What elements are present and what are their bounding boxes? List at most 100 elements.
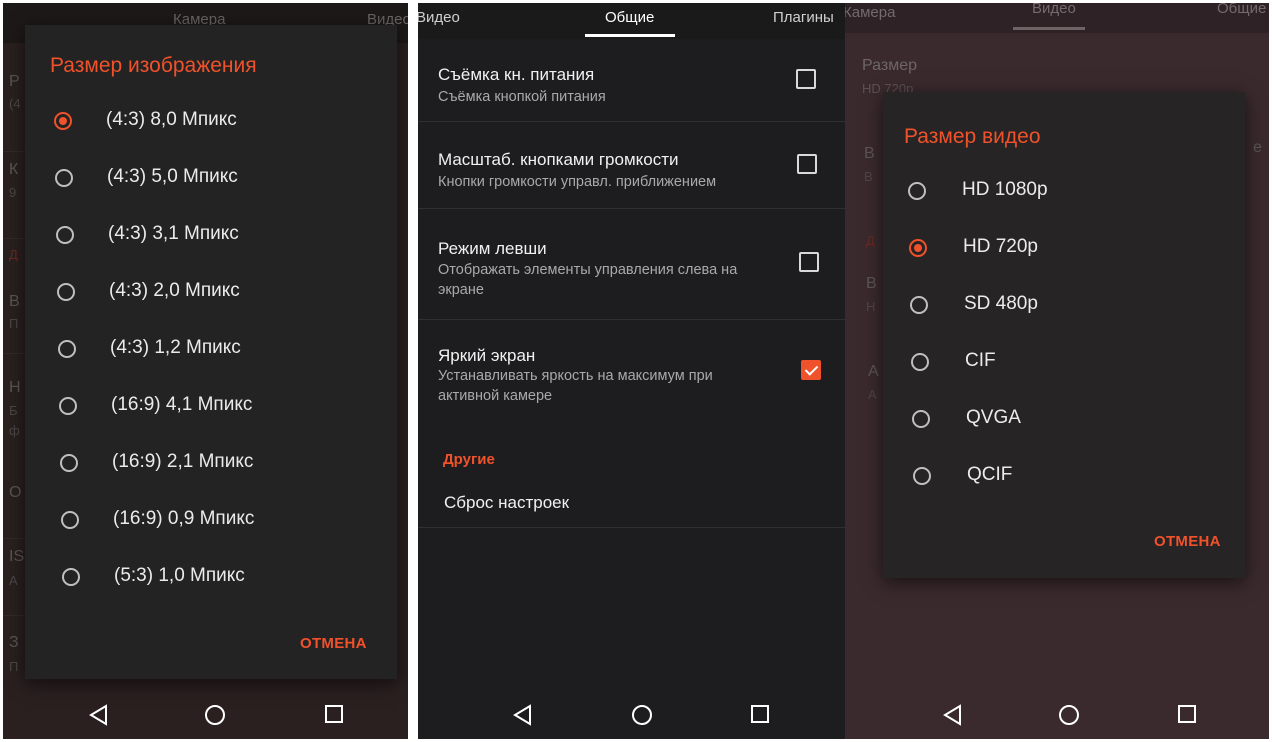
background-text: IS xyxy=(9,548,25,565)
radio-unselected-icon[interactable] xyxy=(908,182,926,200)
image-size-screen: Камера Видео Р (4 К 9 Д В П Н Б ф О IS А… xyxy=(3,3,408,739)
image-size-option[interactable]: (4:3) 1,2 Мпикс xyxy=(25,320,397,377)
setting-title: Яркий экран xyxy=(438,346,536,365)
background-text: Д xyxy=(866,233,875,248)
setting-subtitle: Устанавливать яркость на максимум при ак… xyxy=(438,368,713,404)
setting-title: Съёмка кн. питания xyxy=(438,65,595,84)
video-size-dialog: Размер видео HD 1080p HD 720p SD 480p CI… xyxy=(883,92,1245,578)
tab-video[interactable]: Видео xyxy=(418,9,460,26)
recents-icon[interactable] xyxy=(1176,703,1198,725)
setting-title: Режим левши xyxy=(438,239,547,258)
radio-selected-icon[interactable] xyxy=(54,112,72,130)
setting-volume-zoom[interactable]: Масштаб. кнопками громкости Кнопки громк… xyxy=(418,122,852,209)
image-size-option[interactable]: (5:3) 1,0 Мпикс xyxy=(25,548,397,605)
radio-unselected-icon[interactable] xyxy=(62,568,80,586)
reset-settings-item[interactable]: Сброс настроек xyxy=(418,473,852,528)
navigation-bar xyxy=(845,693,1269,739)
option-label: QCIF xyxy=(967,464,1013,485)
video-size-option[interactable]: CIF xyxy=(883,333,1245,390)
option-label: (16:9) 4,1 Мпикс xyxy=(111,394,253,415)
image-size-option[interactable]: (16:9) 2,1 Мпикс xyxy=(25,434,397,491)
background-text: В xyxy=(866,275,877,292)
radio-unselected-icon[interactable] xyxy=(913,467,931,485)
image-size-option[interactable]: (4:3) 8,0 Мпикс xyxy=(25,92,397,149)
option-label: (4:3) 5,0 Мпикс xyxy=(107,166,238,187)
option-label: (4:3) 2,0 Мпикс xyxy=(109,280,240,301)
radio-unselected-icon[interactable] xyxy=(910,296,928,314)
option-label: (4:3) 1,2 Мпикс xyxy=(110,337,241,358)
image-size-option[interactable]: (4:3) 3,1 Мпикс xyxy=(25,206,397,263)
background-text: З xyxy=(9,634,19,651)
setting-bright-screen[interactable]: Яркий экран Устанавливать яркость на мак… xyxy=(418,320,852,425)
video-size-option[interactable]: HD 720p xyxy=(883,219,1245,276)
home-icon[interactable] xyxy=(630,703,654,727)
back-icon[interactable] xyxy=(511,703,533,727)
setting-subtitle: Отображать элементы управления слева на … xyxy=(438,262,738,298)
image-size-option[interactable]: (16:9) 0,9 Мпикс xyxy=(25,491,397,548)
tab-general[interactable]: Общие xyxy=(605,9,654,26)
radio-unselected-icon[interactable] xyxy=(59,397,77,415)
bright-screen-checkbox[interactable] xyxy=(801,360,821,380)
navigation-bar xyxy=(418,693,852,739)
video-size-option[interactable]: QVGA xyxy=(883,390,1245,447)
radio-unselected-icon[interactable] xyxy=(57,283,75,301)
background-text: Р xyxy=(9,73,20,90)
cancel-button[interactable]: ОТМЕНА xyxy=(300,635,367,652)
dialog-title: Размер видео xyxy=(904,125,1041,148)
background-text: Б xyxy=(9,403,18,418)
radio-unselected-icon[interactable] xyxy=(912,410,930,428)
background-text: ф xyxy=(9,423,20,438)
reset-settings-label: Сброс настроек xyxy=(444,493,570,512)
background-text: е xyxy=(1253,139,1262,156)
background-text: В xyxy=(864,145,875,162)
background-text: А xyxy=(868,387,877,402)
option-label: (4:3) 8,0 Мпикс xyxy=(106,109,237,130)
navigation-bar xyxy=(3,693,408,739)
recents-icon[interactable] xyxy=(749,703,771,725)
setting-subtitle: Съёмка кнопкой питания xyxy=(438,89,606,105)
tab-bar: Видео Общие Плагины xyxy=(418,3,852,39)
back-icon[interactable] xyxy=(941,703,963,727)
image-size-option[interactable]: (16:9) 4,1 Мпикс xyxy=(25,377,397,434)
active-tab-indicator xyxy=(585,34,675,37)
setting-left-hand-mode[interactable]: Режим левши Отображать элементы управлен… xyxy=(418,209,852,320)
background-text: А xyxy=(868,363,879,380)
background-text: Н xyxy=(866,299,876,314)
radio-unselected-icon[interactable] xyxy=(60,454,78,472)
background-text: А xyxy=(9,573,18,588)
image-size-option[interactable]: (4:3) 2,0 Мпикс xyxy=(25,263,397,320)
cancel-button[interactable]: ОТМЕНА xyxy=(1154,533,1221,550)
setting-power-button-shutter[interactable]: Съёмка кн. питания Съёмка кнопкой питани… xyxy=(418,39,852,122)
setting-title: Масштаб. кнопками громкости xyxy=(438,150,679,169)
section-header-other: Другие xyxy=(443,451,495,468)
left-hand-mode-checkbox[interactable] xyxy=(799,252,819,272)
option-label: SD 480p xyxy=(964,293,1038,314)
recents-icon[interactable] xyxy=(323,703,345,725)
setting-subtitle: Кнопки громкости управл. приближением xyxy=(438,174,717,190)
tab-plugins[interactable]: Плагины xyxy=(773,9,834,26)
home-icon[interactable] xyxy=(203,703,227,727)
radio-unselected-icon[interactable] xyxy=(61,511,79,529)
background-text: Н xyxy=(9,379,21,396)
option-label: HD 720p xyxy=(963,236,1038,257)
background-text: В xyxy=(9,293,20,310)
background-text: 9 xyxy=(9,185,17,200)
background-text: К xyxy=(9,161,19,178)
volume-zoom-checkbox[interactable] xyxy=(797,154,817,174)
radio-unselected-icon[interactable] xyxy=(55,169,73,187)
radio-selected-icon[interactable] xyxy=(909,239,927,257)
option-label: HD 1080p xyxy=(962,179,1048,200)
home-icon[interactable] xyxy=(1057,703,1081,727)
video-size-option[interactable]: QCIF xyxy=(883,447,1245,504)
back-icon[interactable] xyxy=(87,703,109,727)
background-tab-video: Видео xyxy=(1032,3,1076,17)
option-label: (16:9) 2,1 Мпикс xyxy=(112,451,254,472)
radio-unselected-icon[interactable] xyxy=(56,226,74,244)
radio-unselected-icon[interactable] xyxy=(58,340,76,358)
video-size-option[interactable]: SD 480p xyxy=(883,276,1245,333)
power-button-shutter-checkbox[interactable] xyxy=(796,69,816,89)
general-settings-screen: Видео Общие Плагины Съёмка кн. питания С… xyxy=(418,3,852,739)
video-size-option[interactable]: HD 1080p xyxy=(883,162,1245,219)
image-size-option[interactable]: (4:3) 5,0 Мпикс xyxy=(25,149,397,206)
radio-unselected-icon[interactable] xyxy=(911,353,929,371)
